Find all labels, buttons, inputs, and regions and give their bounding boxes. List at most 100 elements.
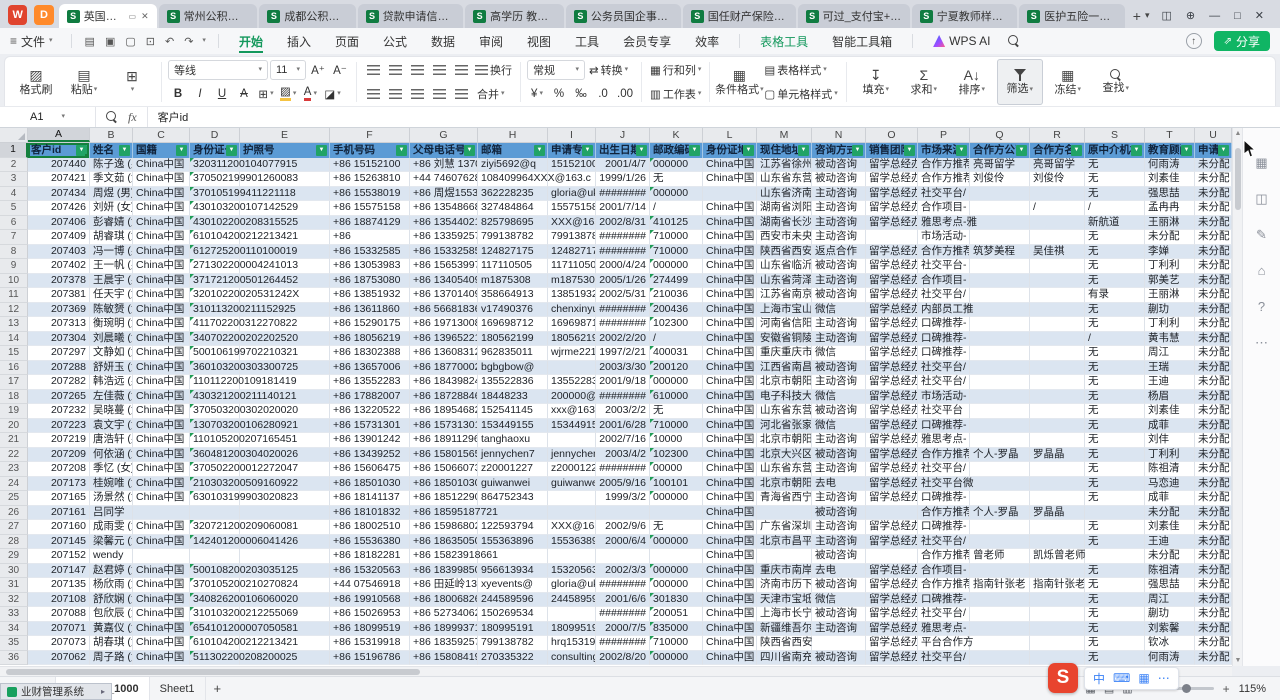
table-cell[interactable]: 去电: [812, 564, 866, 579]
table-cell[interactable]: 天津市宝坻: [757, 593, 812, 608]
table-cell[interactable]: 2000/6/4: [596, 535, 650, 550]
table-cell[interactable]: +86 13611860: [330, 303, 410, 318]
column-header-F[interactable]: F: [330, 128, 410, 142]
table-cell[interactable]: 留学总经办: [866, 245, 918, 260]
filter-button[interactable]: ▼: [396, 145, 407, 156]
table-cell[interactable]: 未分配: [1195, 288, 1232, 303]
table-cell[interactable]: 刘俊伶: [970, 172, 1030, 187]
table-cell[interactable]: 2002/2/20: [596, 332, 650, 347]
toolbar-find[interactable]: 查找▾: [1093, 59, 1139, 105]
table-cell[interactable]: +86 18874129: [330, 216, 410, 231]
table-cell[interactable]: [1030, 636, 1085, 651]
table-cell[interactable]: 122593794: [478, 520, 548, 535]
table-cell[interactable]: China中国: [703, 520, 757, 535]
toolbar-italic[interactable]: I: [190, 84, 210, 104]
table-cell[interactable]: 207208: [28, 462, 90, 477]
table-cell[interactable]: 陕西省西安: [757, 636, 812, 651]
toolbar-align-top[interactable]: [363, 60, 383, 80]
table-cell[interactable]: +86 18399850471: [410, 564, 478, 579]
table-cell[interactable]: /: [650, 201, 703, 216]
table-cell[interactable]: +86 15319918: [330, 636, 410, 651]
table-cell[interactable]: [703, 187, 757, 202]
table-cell[interactable]: 留学总经办: [866, 216, 918, 231]
table-cell[interactable]: 去电: [812, 477, 866, 492]
table-cell[interactable]: 102300: [650, 448, 703, 463]
table-cell[interactable]: 电子科技大: [757, 390, 812, 405]
file-tab[interactable]: S国任财产保险样本.x: [683, 4, 796, 28]
table-cell[interactable]: [1030, 259, 1085, 274]
filter-button[interactable]: ▼: [176, 145, 187, 156]
row-number[interactable]: 28: [0, 535, 28, 550]
table-cell[interactable]: 无: [1085, 158, 1145, 173]
table-cell[interactable]: 合作项目-: [918, 201, 970, 216]
table-cell[interactable]: 王丽淋: [1145, 216, 1195, 231]
table-cell[interactable]: 207381: [28, 288, 90, 303]
table-cell[interactable]: 327484864: [478, 201, 548, 216]
table-cell[interactable]: +86 18141137: [330, 491, 410, 506]
table-cell[interactable]: 成菲: [1145, 491, 1195, 506]
table-cell[interactable]: +86 18501030981: [410, 477, 478, 492]
table-cell[interactable]: China中国: [703, 433, 757, 448]
table-cell[interactable]: 153449155: [478, 419, 548, 434]
toolbar-format-painter[interactable]: ▨格式刷: [13, 59, 59, 105]
filter-button[interactable]: ▼: [582, 145, 593, 156]
table-cell[interactable]: 主动咨询: [812, 375, 866, 390]
table-cell[interactable]: 2002/7/16: [596, 433, 650, 448]
table-cell[interactable]: 207421: [28, 172, 90, 187]
table-cell[interactable]: 未分配: [1195, 274, 1232, 289]
table-cell[interactable]: 无: [650, 520, 703, 535]
table-cell[interactable]: China中国: [703, 506, 757, 521]
select-all-corner[interactable]: [0, 128, 28, 142]
table-cell[interactable]: 丁利利: [1145, 317, 1195, 332]
table-cell[interactable]: 周江: [1145, 593, 1195, 608]
table-cell[interactable]: ########: [596, 317, 650, 332]
undo-icon[interactable]: ↶: [165, 35, 174, 48]
tab-table-tools[interactable]: 表格工具: [748, 28, 820, 54]
table-cell[interactable]: 北京市朝阳: [757, 433, 812, 448]
table-cell[interactable]: 无: [1085, 245, 1145, 260]
tab-wps-ai[interactable]: WPS AI: [921, 28, 1002, 54]
table-cell[interactable]: 衡琬明 (女: [90, 317, 133, 332]
table-cell[interactable]: China中国: [133, 230, 190, 245]
table-cell[interactable]: China中国: [703, 259, 757, 274]
table-cell[interactable]: China中国: [133, 433, 190, 448]
table-cell[interactable]: m1875308: [478, 274, 548, 289]
table-cell[interactable]: [548, 361, 596, 376]
table-cell[interactable]: 唐浩轩 (男: [90, 433, 133, 448]
file-tab[interactable]: S贷款申请信息.xlsx: [358, 4, 464, 28]
table-cell[interactable]: 110112200109181419: [190, 375, 240, 390]
table-cell[interactable]: +86 18753080: [330, 274, 410, 289]
save-icon[interactable]: ▤: [85, 35, 95, 48]
toolbar-align-middle[interactable]: [385, 60, 405, 80]
table-cell[interactable]: 500108200203035125: [190, 564, 240, 579]
table-cell[interactable]: 主动咨询: [812, 274, 866, 289]
table-cell[interactable]: v17490376: [478, 303, 548, 318]
table-cell[interactable]: 微信: [812, 303, 866, 318]
table-cell[interactable]: /: [1085, 201, 1145, 216]
panel-pen-icon[interactable]: ✎: [1256, 228, 1267, 242]
table-cell[interactable]: China中国: [703, 404, 757, 419]
file-tab[interactable]: S常州公积金 .xlsx: [159, 4, 258, 28]
print-preview-icon[interactable]: ▢: [125, 35, 135, 48]
table-cell[interactable]: 150269534: [478, 607, 548, 622]
table-cell[interactable]: 冯一博 (男: [90, 245, 133, 260]
table-cell[interactable]: 630103199903020823: [190, 491, 240, 506]
table-cell[interactable]: [548, 433, 596, 448]
table-cell[interactable]: 320721200209060081: [190, 520, 240, 535]
table-cell[interactable]: 无: [1085, 187, 1145, 202]
header-cell-Q[interactable]: 合作方公司▼: [970, 143, 1030, 158]
minimize-icon[interactable]: —: [1209, 10, 1220, 22]
table-cell[interactable]: 无: [1085, 274, 1145, 289]
table-cell[interactable]: 000000: [650, 187, 703, 202]
table-cell[interactable]: 102300: [650, 317, 703, 332]
header-cell-B[interactable]: 姓名▼: [90, 143, 133, 158]
table-cell[interactable]: +86 13220522: [330, 404, 410, 419]
table-cell[interactable]: 207378: [28, 274, 90, 289]
table-cell[interactable]: [1030, 187, 1085, 202]
table-cell[interactable]: +86 15823918661: [410, 549, 478, 564]
table-cell[interactable]: +86 15606475: [330, 462, 410, 477]
table-cell[interactable]: 207402: [28, 259, 90, 274]
table-cell[interactable]: +86 15653997101: [410, 259, 478, 274]
table-cell[interactable]: China中国: [703, 419, 757, 434]
table-cell[interactable]: 合作方推荐: [918, 245, 970, 260]
